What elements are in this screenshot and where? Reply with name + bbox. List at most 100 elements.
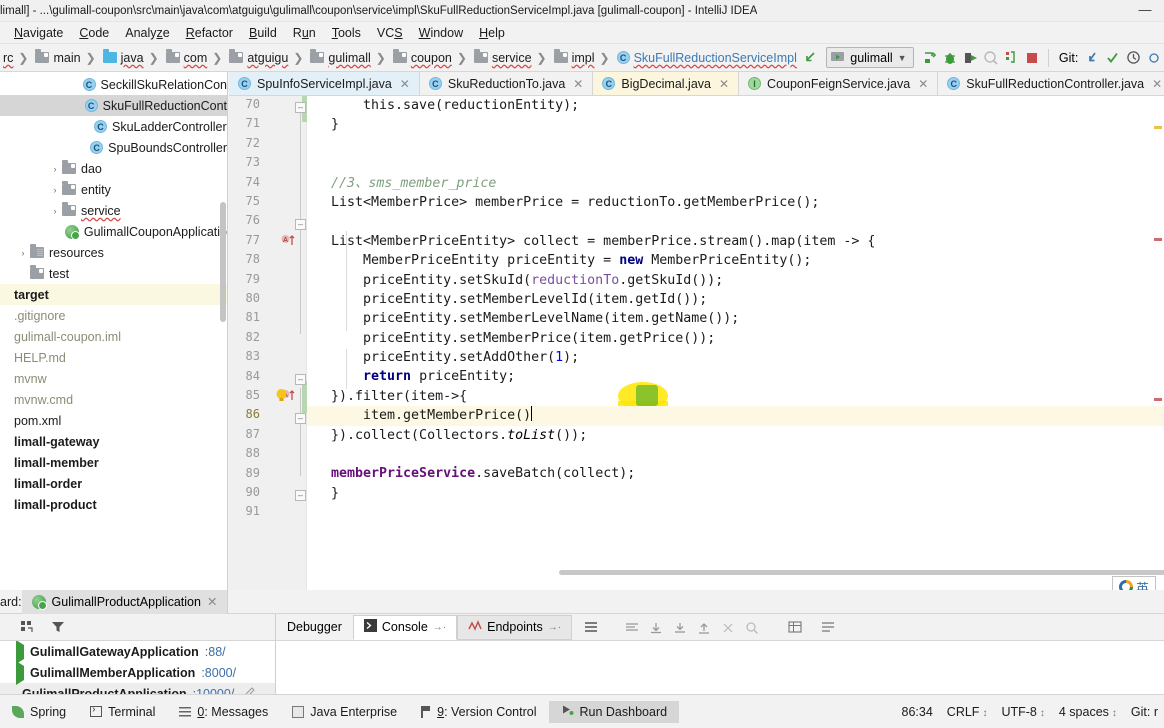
run-icon[interactable] (961, 47, 979, 69)
code-line[interactable] (307, 503, 1164, 522)
code-line[interactable]: priceEntity.setAddOther(1); (307, 348, 1164, 367)
export-icon[interactable] (693, 616, 715, 638)
code-text[interactable]: this.save(reductionEntity);} //3、sms_memb… (307, 96, 1164, 602)
menu-item-help[interactable]: Help (471, 24, 513, 42)
error-stripe[interactable] (1152, 120, 1164, 576)
tree-item-spuboundscontroller[interactable]: C SpuBoundsController (0, 137, 227, 158)
status-tool-messages[interactable]: 0: Messages (167, 701, 280, 723)
layout-icon[interactable] (16, 616, 38, 638)
code-line[interactable]: MemberPriceEntity priceEntity = new Memb… (307, 251, 1164, 270)
minimize-button[interactable]: — (1134, 2, 1156, 20)
tree-item-limall-gateway[interactable]: limall-gateway (0, 431, 227, 452)
editor-horizontal-scrollbar[interactable] (559, 570, 1164, 575)
fold-collapse-icon[interactable]: – (295, 413, 306, 424)
pin-tab-icon[interactable]: →· (433, 622, 446, 633)
code-line[interactable] (307, 445, 1164, 464)
chevron-right-icon[interactable]: › (48, 185, 62, 195)
menu-item-vcs[interactable]: VCS (369, 24, 411, 42)
print-icon[interactable] (669, 616, 691, 638)
code-line[interactable]: priceEntity.setMemberLevelId(item.getId(… (307, 290, 1164, 309)
commit-icon[interactable] (1104, 47, 1122, 69)
status-tool-java-enterprise[interactable]: Java Enterprise (280, 701, 409, 723)
run-dashboard-tab-gulimallproductapplication[interactable]: GulimallProductApplication ✕ (21, 589, 229, 614)
filter-icon[interactable] (47, 616, 69, 638)
fold-collapse-icon[interactable]: – (295, 102, 306, 113)
more-icon[interactable] (1145, 47, 1163, 69)
breadcrumb-gulimall[interactable]: gulimall ❯ (307, 49, 389, 65)
run-dashboard-item-port[interactable]: :88/ (205, 645, 226, 659)
tree-item-resources[interactable]: › resources (0, 242, 227, 263)
code-line[interactable]: List<MemberPrice> memberPrice = reductio… (307, 193, 1164, 212)
code-line[interactable]: List<MemberPriceEntity> collect = member… (307, 232, 1164, 251)
project-tree[interactable]: C SeckillSkuRelationCon C SkuFullReductionC… (0, 72, 227, 515)
fold-collapse-icon[interactable]: – (295, 219, 306, 230)
close-icon[interactable]: ✕ (573, 77, 583, 91)
clear-all-icon[interactable] (717, 616, 739, 638)
find-icon[interactable] (741, 616, 763, 638)
tree-item-mvnw[interactable]: mvnw (0, 368, 227, 389)
fold-collapse-icon[interactable]: – (295, 374, 306, 385)
breadcrumb-main[interactable]: main ❯ (32, 49, 99, 65)
menu-item-refactor[interactable]: Refactor (178, 24, 241, 42)
tree-item-skuladdercontroller[interactable]: C SkuLadderController (0, 116, 227, 137)
close-icon[interactable]: ✕ (400, 77, 410, 91)
tree-item-seckillskurelationcon[interactable]: C SeckillSkuRelationCon (0, 74, 227, 95)
scroll-to-end-icon[interactable] (645, 616, 667, 638)
close-icon[interactable]: ✕ (719, 77, 729, 91)
code-line[interactable]: memberPriceService.saveBatch(collect); (307, 464, 1164, 483)
code-line[interactable] (307, 212, 1164, 231)
code-line[interactable]: }).filter(item->{ (307, 387, 1164, 406)
tree-item-limall-member[interactable]: limall-member (0, 452, 227, 473)
status-tool-terminal[interactable]: Terminal (78, 701, 167, 723)
tree-item-pom-xml[interactable]: pom.xml (0, 410, 227, 431)
update-project-icon[interactable] (1083, 47, 1101, 69)
tree-item-limall-product[interactable]: limall-product (0, 494, 227, 515)
project-scrollbar[interactable] (220, 202, 226, 322)
editor-tab-couponfeignservice[interactable]: I CouponFeignService.java ✕ (739, 72, 939, 95)
editor-tab-skureductionto[interactable]: C SkuReductionTo.java ✕ (419, 72, 594, 95)
close-icon[interactable]: ✕ (918, 77, 928, 91)
tree-item-mvnw-cmd[interactable]: mvnw.cmd (0, 389, 227, 410)
back-arrow-icon[interactable] (801, 47, 819, 69)
code-line[interactable]: priceEntity.setMemberLevelName(item.getN… (307, 309, 1164, 328)
code-editor[interactable]: 7071727374757677A7879808182838485A868788… (229, 96, 1164, 602)
breadcrumb-src[interactable]: rc ❯ (0, 51, 32, 65)
status-tool-run-dashboard[interactable]: Run Dashboard (548, 700, 680, 723)
chevron-right-icon[interactable]: › (48, 164, 62, 174)
code-line[interactable]: priceEntity.setMemberPrice(item.getPrice… (307, 329, 1164, 348)
code-line[interactable]: } (307, 484, 1164, 503)
editor-gutter[interactable]: 7071727374757677A7879808182838485A868788… (229, 96, 307, 602)
stop-icon[interactable] (1023, 47, 1041, 69)
tree-item-dao[interactable]: › dao (0, 158, 227, 179)
tree-item--gitignore[interactable]: .gitignore (0, 305, 227, 326)
close-icon[interactable]: ✕ (1152, 77, 1162, 91)
tree-item-target[interactable]: target (0, 284, 227, 305)
menu-item-tools[interactable]: Tools (324, 24, 369, 42)
indent-setting[interactable]: 4 spaces ↕ (1059, 705, 1117, 719)
status-tool-version-control[interactable]: 9: Version Control (409, 701, 548, 723)
code-line[interactable]: //3、sms_member_price (307, 174, 1164, 193)
code-line[interactable]: priceEntity.setSkuId(reductionTo.getSkuI… (307, 271, 1164, 290)
code-line[interactable] (307, 154, 1164, 173)
tree-item-gulimallcouponapplicatio[interactable]: GulimallCouponApplicatio (0, 221, 227, 242)
tree-item-skufullreductioncont[interactable]: C SkuFullReductionCont (0, 95, 227, 116)
chevron-right-icon[interactable]: › (48, 206, 62, 216)
code-line[interactable]: this.save(reductionEntity); (307, 96, 1164, 115)
project-tool-window[interactable]: C SeckillSkuRelationCon C SkuFullReductionC… (0, 72, 228, 628)
history-icon[interactable] (1124, 47, 1142, 69)
code-line[interactable]: return priceEntity; (307, 367, 1164, 386)
run-dashboard-item-gulimallproductapplication[interactable]: GulimallProductApplication:10000/ (0, 683, 275, 694)
editor-tab-skufullreductioncontroller[interactable]: C SkuFullReductionController.java ✕ (938, 72, 1164, 95)
menu-item-code[interactable]: Code (71, 24, 117, 42)
run-dashboard-console-output[interactable] (276, 641, 1164, 694)
menu-item-navigate[interactable]: Navigate (6, 24, 71, 42)
run-configuration-selector[interactable]: gulimall ▼ (826, 47, 914, 68)
console-tab-console[interactable]: Console →· (352, 614, 458, 640)
editor-tab-bigdecimal[interactable]: C BigDecimal.java ✕ (593, 72, 740, 95)
tree-item-service[interactable]: › service (0, 200, 227, 221)
attach-debugger-icon[interactable] (1002, 47, 1020, 69)
menu-icon[interactable] (580, 616, 602, 638)
run-dashboard-service-list[interactable]: GulimallGatewayApplication:88/GulimallMe… (0, 641, 275, 694)
debug-icon[interactable] (941, 47, 959, 69)
menu-item-window[interactable]: Window (411, 24, 471, 42)
